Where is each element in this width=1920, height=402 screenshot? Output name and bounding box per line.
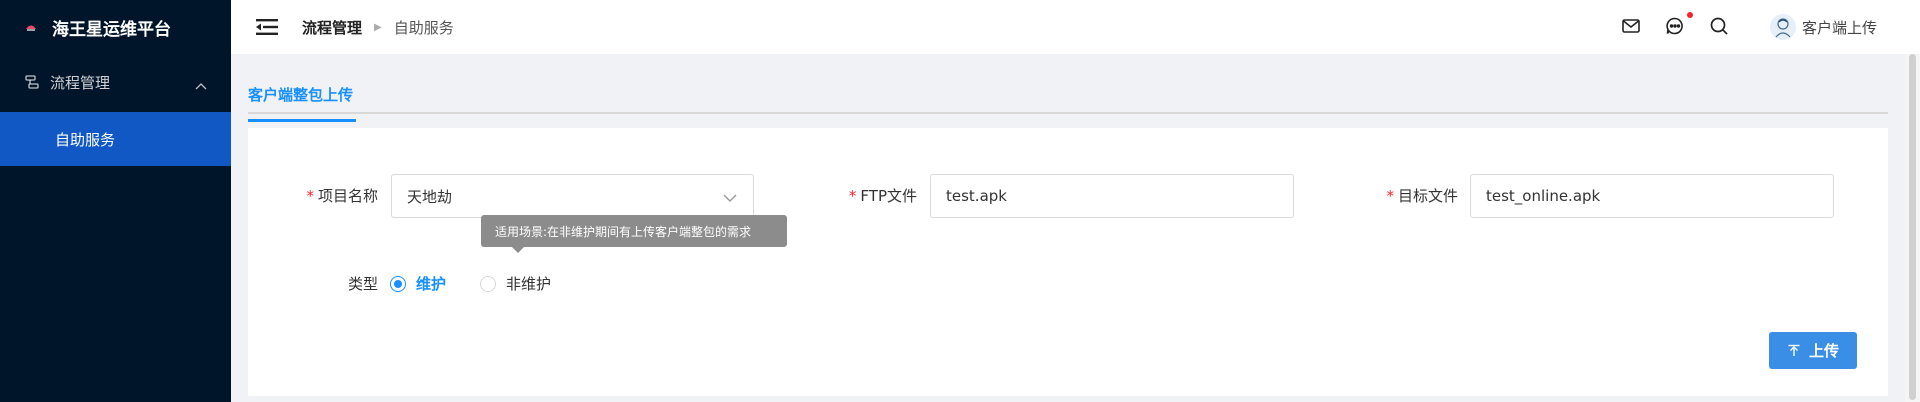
tooltip-text: 适用场景:在非维护期间有上传客户端整包的需求 [495,224,752,239]
upload-button-label: 上传 [1808,342,1839,360]
notification-dot [1687,12,1693,18]
radio-maintenance[interactable]: 维护 [390,273,446,294]
sidebar-group-flow[interactable]: 流程管理 [0,54,231,110]
project-select-value: 天地劫 [407,187,453,206]
radio-circle [390,275,406,292]
sidebar-item-self-service[interactable]: 自助服务 [0,112,231,166]
radio-circle [480,275,496,292]
form-card [248,128,1888,396]
app-logo[interactable]: 海王星运维平台 [0,0,231,54]
ftp-input[interactable]: test.apk [930,174,1294,218]
logo-icon [24,20,38,34]
project-label: * 项目名称 [306,187,378,205]
sidebar: 海王星运维平台 流程管理 自助服务 [0,0,231,402]
header: 流程管理 ▶ 自助服务 客户端上传 [231,0,1920,54]
search-icon[interactable] [1709,16,1729,36]
breadcrumb-item-current: 自助服务 [393,18,454,37]
chevron-up-icon [195,76,207,94]
user-name[interactable]: 客户端上传 [1802,17,1877,38]
ftp-input-value: test.apk [946,187,1007,205]
project-select[interactable]: 天地劫 [391,174,754,218]
upload-button[interactable]: 上传 [1769,332,1857,369]
avatar-icon[interactable] [1770,14,1796,40]
page-scrollbar[interactable] [1905,54,1920,402]
sidebar-group-label: 流程管理 [50,73,111,92]
tooltip-arrow [512,247,524,253]
breadcrumb-separator-icon: ▶ [374,21,382,33]
type-label: 类型 [347,275,378,293]
mail-icon[interactable] [1621,16,1641,36]
breadcrumb-item-flow[interactable]: 流程管理 [302,17,362,38]
app-title: 海王星运维平台 [52,19,171,40]
message-icon[interactable] [1665,16,1685,36]
scrollbar-thumb[interactable] [1909,54,1916,400]
sidebar-item-label: 自助服务 [55,130,116,149]
upload-icon [1787,344,1801,358]
tab-client-upload[interactable]: 客户端整包上传 [248,84,356,122]
flow-icon [24,74,40,90]
radio-label: 非维护 [506,275,552,293]
radio-non-maintenance[interactable]: 非维护 [480,273,551,294]
ftp-label: * FTP文件 [848,187,917,205]
target-input[interactable]: test_online.apk [1470,174,1834,218]
tooltip: 适用场景:在非维护期间有上传客户端整包的需求 [481,215,787,253]
radio-label: 维护 [416,275,447,293]
target-label: * 目标文件 [1386,187,1458,205]
menu-fold-icon[interactable] [256,18,278,36]
tab-bar: 客户端整包上传 [248,54,1888,122]
target-input-value: test_online.apk [1486,187,1601,205]
chevron-down-icon [723,189,737,207]
